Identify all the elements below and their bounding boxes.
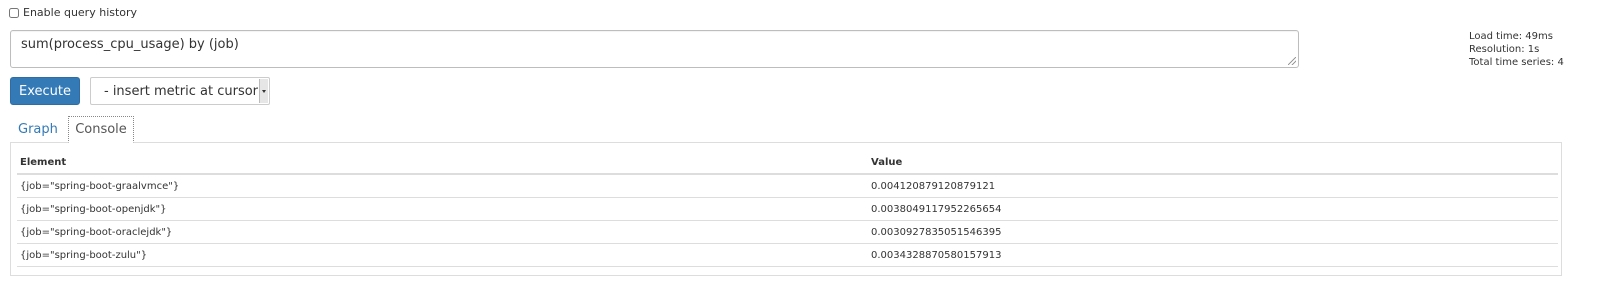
query-history-label: Enable query history: [23, 6, 138, 19]
tab-graph[interactable]: Graph: [10, 116, 66, 142]
insert-metric-select[interactable]: - insert metric at cursor: [90, 77, 270, 105]
results-table: Element Value {job="spring-boot-graalvmc…: [17, 151, 1558, 267]
resolution: Resolution: 1s: [1469, 44, 1540, 55]
resize-grip-icon[interactable]: [1288, 57, 1296, 65]
value-cell: 0.0030927835051546395: [868, 220, 1558, 244]
query-history-checkbox[interactable]: [9, 7, 19, 18]
execute-button[interactable]: Execute: [10, 77, 80, 105]
expression-input[interactable]: sum(process_cpu_usage) by (job): [10, 30, 1299, 68]
table-row: {job="spring-boot-graalvmce"} 0.00412087…: [17, 174, 1558, 198]
column-header-value: Value: [868, 151, 1558, 175]
value-cell: 0.0038049117952265654: [868, 197, 1558, 221]
value-cell: 0.0034328870580157913: [868, 243, 1558, 267]
table-header-row: Element Value: [17, 151, 1558, 175]
element-cell: {job="spring-boot-zulu"}: [17, 243, 868, 267]
total-time-series: Total time series: 4: [1469, 57, 1564, 68]
element-cell: {job="spring-boot-oraclejdk"}: [17, 220, 868, 244]
insert-metric-select-value: - insert metric at cursor: [104, 83, 259, 99]
chevron-down-icon: [259, 79, 268, 103]
query-history-toggle[interactable]: Enable query history: [9, 6, 137, 19]
column-header-element: Element: [17, 151, 868, 175]
table-row: {job="spring-boot-zulu"} 0.0034328870580…: [17, 243, 1558, 267]
load-time: Load time: 49ms: [1469, 31, 1553, 42]
expression-text: sum(process_cpu_usage) by (job): [21, 37, 239, 52]
prometheus-query-page: Enable query history sum(process_cpu_usa…: [0, 0, 1600, 286]
value-cell: 0.004120879120879121: [868, 174, 1558, 198]
table-row: {job="spring-boot-oraclejdk"} 0.00309278…: [17, 220, 1558, 244]
query-stats: Load time: 49ms Resolution: 1s Total tim…: [1469, 30, 1564, 69]
element-cell: {job="spring-boot-graalvmce"}: [17, 174, 868, 198]
tab-console[interactable]: Console: [68, 116, 134, 143]
console-panel: Element Value {job="spring-boot-graalvmc…: [10, 142, 1562, 276]
element-cell: {job="spring-boot-openjdk"}: [17, 197, 868, 221]
table-row: {job="spring-boot-openjdk"} 0.0038049117…: [17, 197, 1558, 221]
